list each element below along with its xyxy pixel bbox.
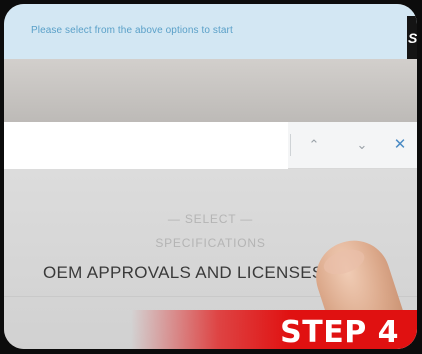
step-label: STEP 4 bbox=[280, 315, 399, 349]
close-icon[interactable]: ✕ bbox=[389, 134, 411, 156]
corner-logo: S bbox=[407, 16, 417, 60]
option-label: OEM APPROVALS AND LICENSES bbox=[43, 263, 324, 282]
info-banner: Please select from the above options to … bbox=[4, 4, 417, 60]
chevron-down-icon[interactable]: ⌄ bbox=[351, 134, 373, 156]
device-screen: Please select from the above options to … bbox=[4, 4, 417, 349]
step-badge: STEP 4 bbox=[131, 310, 417, 349]
find-input[interactable] bbox=[4, 122, 288, 170]
find-bar: ⌃ ⌄ ✕ bbox=[4, 122, 417, 170]
header-band bbox=[4, 59, 417, 122]
banner-message: Please select from the above options to … bbox=[31, 25, 233, 36]
chevron-up-icon[interactable]: ⌃ bbox=[303, 134, 325, 156]
fingernail bbox=[320, 245, 368, 279]
find-separator bbox=[290, 134, 291, 156]
select-placeholder: — SELECT — bbox=[167, 212, 254, 226]
